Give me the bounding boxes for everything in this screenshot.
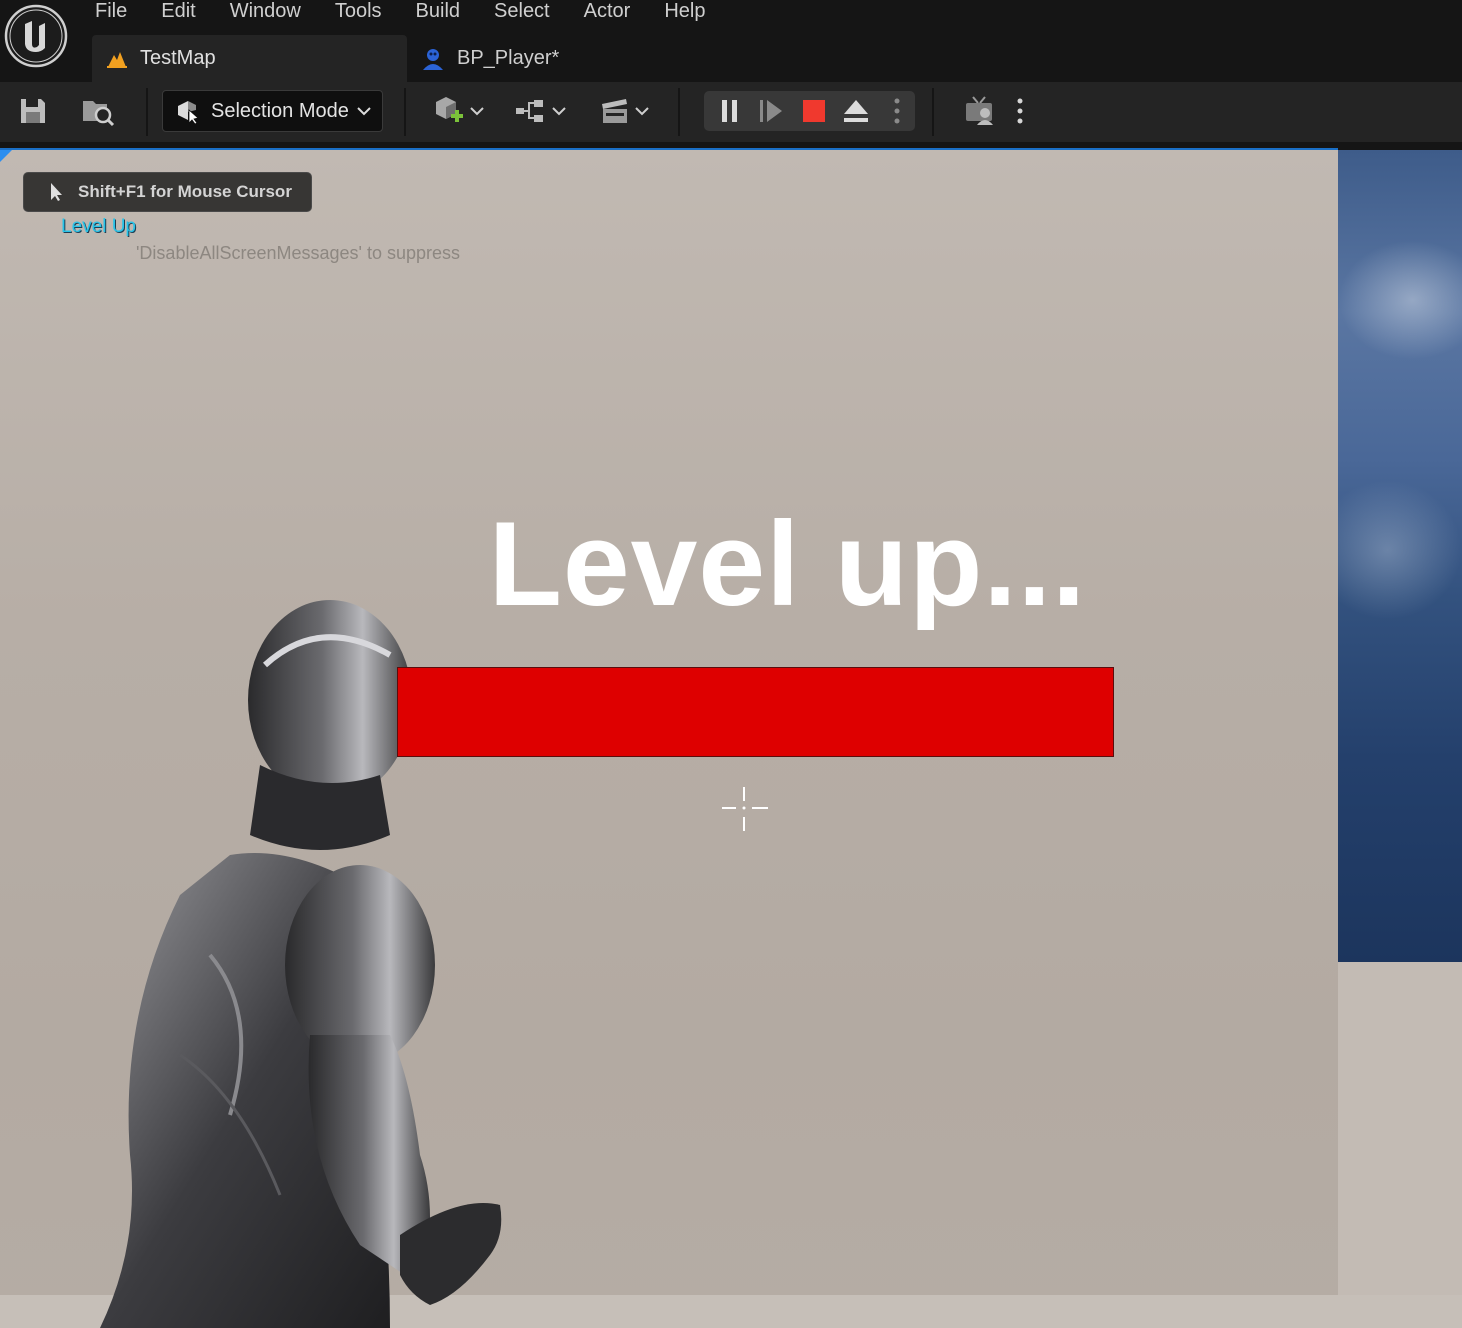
menu-tools[interactable]: Tools [318, 0, 399, 24]
pause-icon [722, 100, 737, 122]
sky-cloud [1338, 240, 1462, 360]
add-actor-button[interactable] [428, 93, 488, 129]
play-options-button[interactable] [886, 95, 908, 127]
wall-segment [1338, 962, 1462, 1295]
eject-icon [844, 100, 868, 122]
level-icon [107, 51, 127, 68]
main-toolbar: Selection Mode [0, 82, 1462, 142]
tab-testmap[interactable]: TestMap [92, 35, 407, 82]
blueprints-button[interactable] [512, 93, 568, 129]
level-viewport[interactable]: Shift+F1 for Mouse Cursor Level Up 'Disa… [0, 150, 1462, 1328]
play-controls [704, 91, 915, 131]
menu-select[interactable]: Select [477, 0, 567, 24]
chevron-down-icon [635, 107, 649, 116]
unreal-logo-icon[interactable] [4, 4, 68, 68]
toolbar-separator [404, 88, 406, 136]
selection-mode-icon [178, 101, 199, 124]
chevron-down-icon [357, 107, 371, 116]
chevron-down-icon [552, 107, 566, 116]
tab-bp-player[interactable]: BP_Player* [407, 35, 617, 82]
platforms-button[interactable] [962, 94, 998, 128]
more-options-icon [1017, 98, 1023, 124]
tab-bp-player-label: BP_Player* [457, 47, 560, 69]
blueprint-graph-icon [516, 100, 543, 122]
menu-window[interactable]: Window [213, 0, 318, 24]
menu-bar: File Edit Window Tools Build Select Acto… [78, 0, 722, 24]
stop-button[interactable] [798, 95, 830, 127]
step-frame-icon [760, 100, 782, 122]
viewport-focus-border [0, 148, 1338, 150]
save-icon [21, 99, 45, 123]
mouse-cursor-icon [51, 183, 62, 201]
eject-button[interactable] [840, 95, 872, 127]
chevron-down-icon [470, 107, 484, 116]
hud-level-up-title: Level up... [488, 497, 1087, 631]
tab-testmap-label: TestMap [140, 47, 216, 69]
pause-button[interactable] [714, 95, 746, 127]
menu-help[interactable]: Help [647, 0, 722, 24]
step-frame-button[interactable] [756, 95, 788, 127]
stop-icon [803, 100, 825, 122]
more-options-icon [894, 98, 900, 124]
cinematics-icon [602, 99, 627, 123]
crosshair-icon [722, 787, 768, 831]
blueprint-user-icon [423, 48, 443, 70]
platforms-icon [966, 96, 993, 125]
level-progress-fill [398, 668, 1113, 756]
document-tabs: TestMap BP_Player* [92, 35, 617, 82]
content-browser-button[interactable] [80, 94, 116, 128]
toolbar-separator [146, 88, 148, 136]
selection-mode-label: Selection Mode [211, 99, 349, 122]
add-actor-icon [436, 97, 463, 122]
menu-edit[interactable]: Edit [144, 0, 212, 24]
toolbar-separator [932, 88, 934, 136]
cinematics-button[interactable] [594, 93, 654, 129]
mouse-hint-label: Shift+F1 for Mouse Cursor [78, 182, 292, 201]
level-progress-bar [397, 667, 1114, 757]
menu-build[interactable]: Build [399, 0, 477, 24]
menu-actor[interactable]: Actor [567, 0, 648, 24]
mouse-cursor-hint: Shift+F1 for Mouse Cursor [23, 172, 312, 212]
menu-file[interactable]: File [78, 0, 144, 24]
screen-debug-message: Level Up [61, 216, 136, 237]
save-button[interactable] [16, 94, 50, 128]
title-bar: File Edit Window Tools Build Select Acto… [0, 0, 1462, 82]
toolbar-separator [678, 88, 680, 136]
settings-more-button[interactable] [1010, 94, 1030, 128]
viewport-corner-marker [0, 150, 12, 162]
selection-mode-dropdown[interactable]: Selection Mode [162, 90, 383, 132]
content-browser-icon [83, 101, 115, 127]
suppress-messages-hint: 'DisableAllScreenMessages' to suppress [136, 243, 461, 263]
